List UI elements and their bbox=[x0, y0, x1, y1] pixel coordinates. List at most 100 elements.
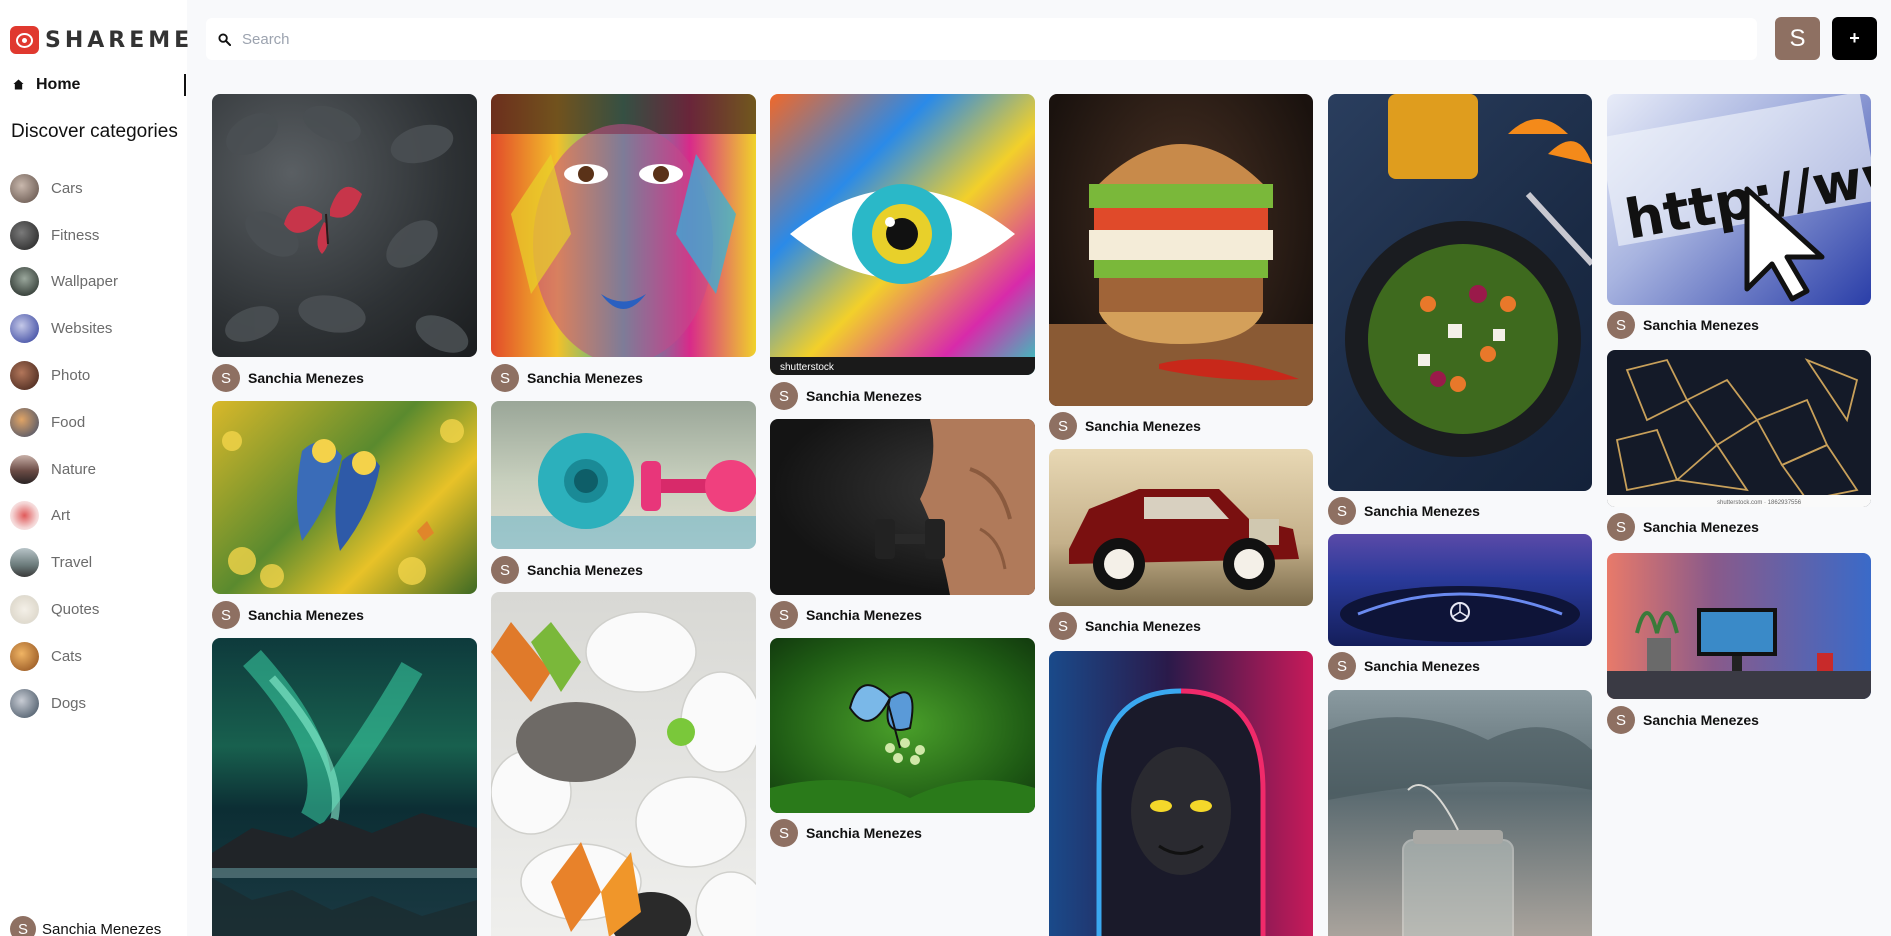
author-name: Sanchia Menezes bbox=[806, 607, 922, 623]
sidebar-item-quotes[interactable]: Quotes bbox=[10, 586, 118, 633]
parrots-illustration bbox=[222, 419, 464, 588]
create-pin-button[interactable]: + bbox=[1832, 17, 1877, 60]
sidebar-item-art[interactable]: Art bbox=[10, 493, 118, 540]
author-name: Sanchia Menezes bbox=[1643, 519, 1759, 535]
sidebar-item-home[interactable]: Home bbox=[0, 74, 187, 96]
pin-image[interactable] bbox=[491, 592, 756, 936]
pin-author[interactable]: S Sanchia Menezes bbox=[212, 364, 364, 392]
category-thumbnail bbox=[10, 595, 39, 625]
pin-author[interactable]: S Sanchia Menezes bbox=[1328, 497, 1480, 525]
author-name: Sanchia Menezes bbox=[527, 370, 643, 386]
pin-image[interactable]: shutterstock bbox=[770, 94, 1035, 375]
pin-image[interactable] bbox=[212, 94, 477, 357]
search-input[interactable] bbox=[242, 26, 1732, 52]
pin-image[interactable] bbox=[212, 401, 477, 594]
watermark-text: shutterstock.com · 1862937556 bbox=[1717, 500, 1802, 506]
vintage-car-illustration bbox=[1069, 489, 1299, 590]
sidebar-item-fitness[interactable]: Fitness bbox=[10, 212, 118, 259]
avatar: S bbox=[10, 916, 36, 936]
avatar: S bbox=[1328, 652, 1356, 680]
pin-author[interactable]: S Sanchia Menezes bbox=[212, 601, 364, 629]
avatar: S bbox=[1049, 412, 1077, 440]
pin-author[interactable]: S Sanchia Menezes bbox=[1049, 412, 1201, 440]
pin-image[interactable] bbox=[212, 638, 477, 936]
pin-card: S Sanchia Menezes bbox=[1049, 94, 1313, 440]
sidebar-item-travel[interactable]: Travel bbox=[10, 539, 118, 586]
pin-card: shutterstock.com · 1862937556 S Sanchia … bbox=[1607, 350, 1871, 541]
sidebar-item-label: Dogs bbox=[51, 694, 87, 712]
pin-author[interactable]: S Sanchia Menezes bbox=[770, 382, 922, 410]
pin-author[interactable]: S Sanchia Menezes bbox=[1607, 513, 1759, 541]
pin-image[interactable]: http://www bbox=[1607, 94, 1871, 305]
pin-card: S Sanchia Menezes bbox=[491, 401, 756, 584]
pin-author[interactable]: S Sanchia Menezes bbox=[1328, 652, 1480, 680]
sidebar-item-cats[interactable]: Cats bbox=[10, 633, 118, 680]
sidebar-item-label: Cars bbox=[51, 179, 83, 197]
pin-card: S Sanchia Menezes bbox=[1328, 534, 1592, 680]
dumbbell-man-illustration bbox=[875, 419, 1035, 595]
avatar: S bbox=[770, 819, 798, 847]
logo-text: SHAREME bbox=[45, 27, 194, 53]
sidebar-item-label: Photo bbox=[51, 367, 91, 385]
pin-image[interactable] bbox=[1328, 534, 1592, 646]
pin-card bbox=[1049, 651, 1313, 936]
pin-author[interactable]: S Sanchia Menezes bbox=[770, 819, 922, 847]
pin-author[interactable]: S Sanchia Menezes bbox=[770, 601, 922, 629]
pin-author[interactable]: S Sanchia Menezes bbox=[491, 364, 643, 392]
sidebar-item-label: Art bbox=[51, 507, 71, 525]
pin-image[interactable] bbox=[491, 401, 756, 549]
search-bar bbox=[206, 18, 1757, 60]
jar-illustration bbox=[1328, 717, 1592, 936]
pin-image[interactable] bbox=[770, 419, 1035, 595]
pin-author[interactable]: S Sanchia Menezes bbox=[1607, 706, 1759, 734]
geometric-pattern-illustration: shutterstock.com · 1862937556 bbox=[1607, 358, 1871, 507]
author-name: Sanchia Menezes bbox=[527, 562, 643, 578]
pin-image[interactable] bbox=[1607, 553, 1871, 699]
desk-setup-illustration bbox=[1607, 608, 1871, 699]
author-name: Sanchia Menezes bbox=[806, 825, 922, 841]
pin-card: S Sanchia Menezes bbox=[212, 401, 477, 629]
category-thumbnail bbox=[10, 688, 39, 718]
author-name: Sanchia Menezes bbox=[806, 388, 922, 404]
yoga-mat-illustration bbox=[491, 433, 756, 549]
pin-image[interactable] bbox=[1328, 690, 1592, 936]
sidebar-item-cars[interactable]: Cars bbox=[10, 165, 118, 212]
sidebar-item-wallpaper[interactable]: Wallpaper bbox=[10, 259, 118, 306]
author-name: Sanchia Menezes bbox=[1085, 418, 1201, 434]
active-indicator bbox=[184, 74, 186, 96]
pin-image[interactable] bbox=[1049, 94, 1313, 406]
pin-author[interactable]: S Sanchia Menezes bbox=[1607, 311, 1759, 339]
sidebar-user-profile[interactable]: S Sanchia Menezes bbox=[10, 916, 161, 936]
pin-author[interactable]: S Sanchia Menezes bbox=[1049, 612, 1201, 640]
sidebar-item-websites[interactable]: Websites bbox=[10, 305, 118, 352]
pin-card: S Sanchia Menezes bbox=[770, 638, 1035, 847]
pin-image[interactable] bbox=[770, 638, 1035, 813]
category-thumbnail bbox=[10, 361, 39, 391]
avatar: S bbox=[1049, 612, 1077, 640]
category-thumbnail bbox=[10, 173, 39, 203]
pin-image[interactable] bbox=[491, 94, 756, 357]
pin-image[interactable] bbox=[1328, 94, 1592, 491]
pin-card: S Sanchia Menezes bbox=[1328, 94, 1592, 525]
salad-illustration bbox=[1345, 94, 1592, 457]
pin-author[interactable]: S Sanchia Menezes bbox=[491, 556, 643, 584]
pin-card: S Sanchia Menezes bbox=[770, 419, 1035, 629]
pin-image[interactable] bbox=[1049, 449, 1313, 606]
category-thumbnail bbox=[10, 501, 39, 531]
category-thumbnail bbox=[10, 548, 39, 578]
avatar: S bbox=[770, 382, 798, 410]
app-logo[interactable]: SHAREME bbox=[10, 26, 193, 54]
sidebar-item-label: Food bbox=[51, 413, 86, 431]
sidebar-item-dogs[interactable]: Dogs bbox=[10, 680, 118, 727]
pin-image[interactable] bbox=[1049, 651, 1313, 936]
pin-image[interactable]: shutterstock.com · 1862937556 bbox=[1607, 350, 1871, 507]
sidebar-item-photo[interactable]: Photo bbox=[10, 352, 118, 399]
pin-card: shutterstock S Sanchia Menezes bbox=[770, 94, 1035, 410]
discover-heading: Discover categories bbox=[11, 121, 178, 142]
avatar: S bbox=[1607, 513, 1635, 541]
sidebar-item-food[interactable]: Food bbox=[10, 399, 118, 446]
category-thumbnail bbox=[10, 314, 39, 344]
sidebar-item-label: Travel bbox=[51, 554, 93, 572]
sidebar-item-nature[interactable]: Nature bbox=[10, 446, 118, 493]
user-avatar-button[interactable]: S bbox=[1775, 17, 1820, 60]
